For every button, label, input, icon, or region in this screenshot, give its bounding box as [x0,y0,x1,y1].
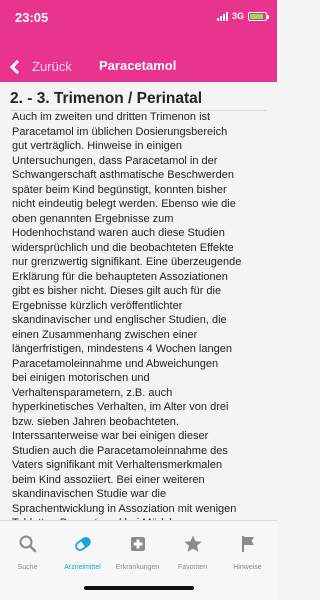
tab-arzneimittel[interactable]: Arzneimittel [55,521,110,575]
back-button[interactable]: Zurück [9,52,72,80]
back-label: Zurück [32,58,72,74]
status-indicators: 3G [216,11,269,21]
medical-cross-icon [130,537,145,551]
navigation-bar: Zurück Paracetamol [0,52,277,80]
tab-favoriten[interactable]: Favoriten [165,521,220,575]
status-time: 23:05 [15,10,49,25]
flag-icon [241,536,254,552]
battery-icon [248,11,269,21]
tab-hinweise[interactable]: Hinweise [220,521,275,575]
tab-label: Arzneimittel [64,564,101,571]
search-icon [19,535,36,553]
tab-erkrankungen[interactable]: Erkrankungen [110,521,165,575]
battery-level [250,13,263,19]
home-indicator[interactable] [84,586,194,590]
network-label: 3G [231,11,244,21]
page-title: Paracetamol [99,58,177,73]
tab-suche[interactable]: Suche [0,521,55,575]
section-body-text: Auch im zweiten und dritten Trimenon ist… [12,111,242,520]
app-header: 23:05 3G Zurück Paracetamol [0,0,277,82]
star-icon [183,535,202,552]
status-bar: 23:05 3G [0,0,277,28]
tab-label: Hinweise [233,564,262,571]
article-content[interactable]: 2. - 3. Trimenon / Perinatal Auch im zwe… [0,82,277,520]
section-title: 2. - 3. Trimenon / Perinatal [10,90,203,107]
app-screen: 23:05 3G Zurück Paracetamol 2. - 3. Trim… [0,0,277,600]
tab-label: Suche [17,564,38,571]
tab-label: Erkrankungen [115,564,160,571]
pill-icon [74,537,91,551]
back-chevron-icon [9,59,25,74]
tab-label: Favoriten [177,564,208,571]
signal-strength-icon [216,11,228,21]
